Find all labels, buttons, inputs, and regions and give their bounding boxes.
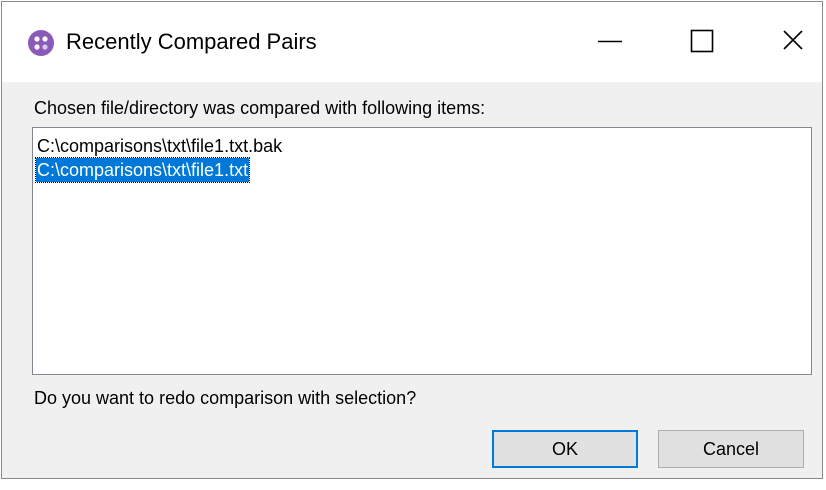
close-button[interactable] — [732, 2, 822, 82]
ok-button[interactable]: OK — [492, 430, 638, 468]
question-label: Do you want to redo comparison with sele… — [34, 388, 417, 408]
minimize-icon — [598, 40, 622, 43]
title-bar[interactable]: Recently Compared Pairs — [2, 2, 822, 82]
cancel-button[interactable]: Cancel — [658, 430, 804, 468]
dialog-window: Recently Compared Pairs Chosen file/dire… — [1, 1, 823, 479]
app-logo-icon — [28, 30, 54, 56]
prompt-label: Chosen file/directory was compared with … — [34, 98, 486, 118]
window-title: Recently Compared Pairs — [66, 29, 317, 54]
minimize-button[interactable] — [564, 2, 656, 82]
close-icon — [783, 30, 803, 50]
list-item[interactable]: C:\comparisons\txt\file1.txt.bak — [36, 134, 283, 158]
compared-items-listbox[interactable]: C:\comparisons\txt\file1.txt.bak C:\comp… — [32, 127, 812, 375]
list-item-selected[interactable]: C:\comparisons\txt\file1.txt — [34, 157, 251, 183]
